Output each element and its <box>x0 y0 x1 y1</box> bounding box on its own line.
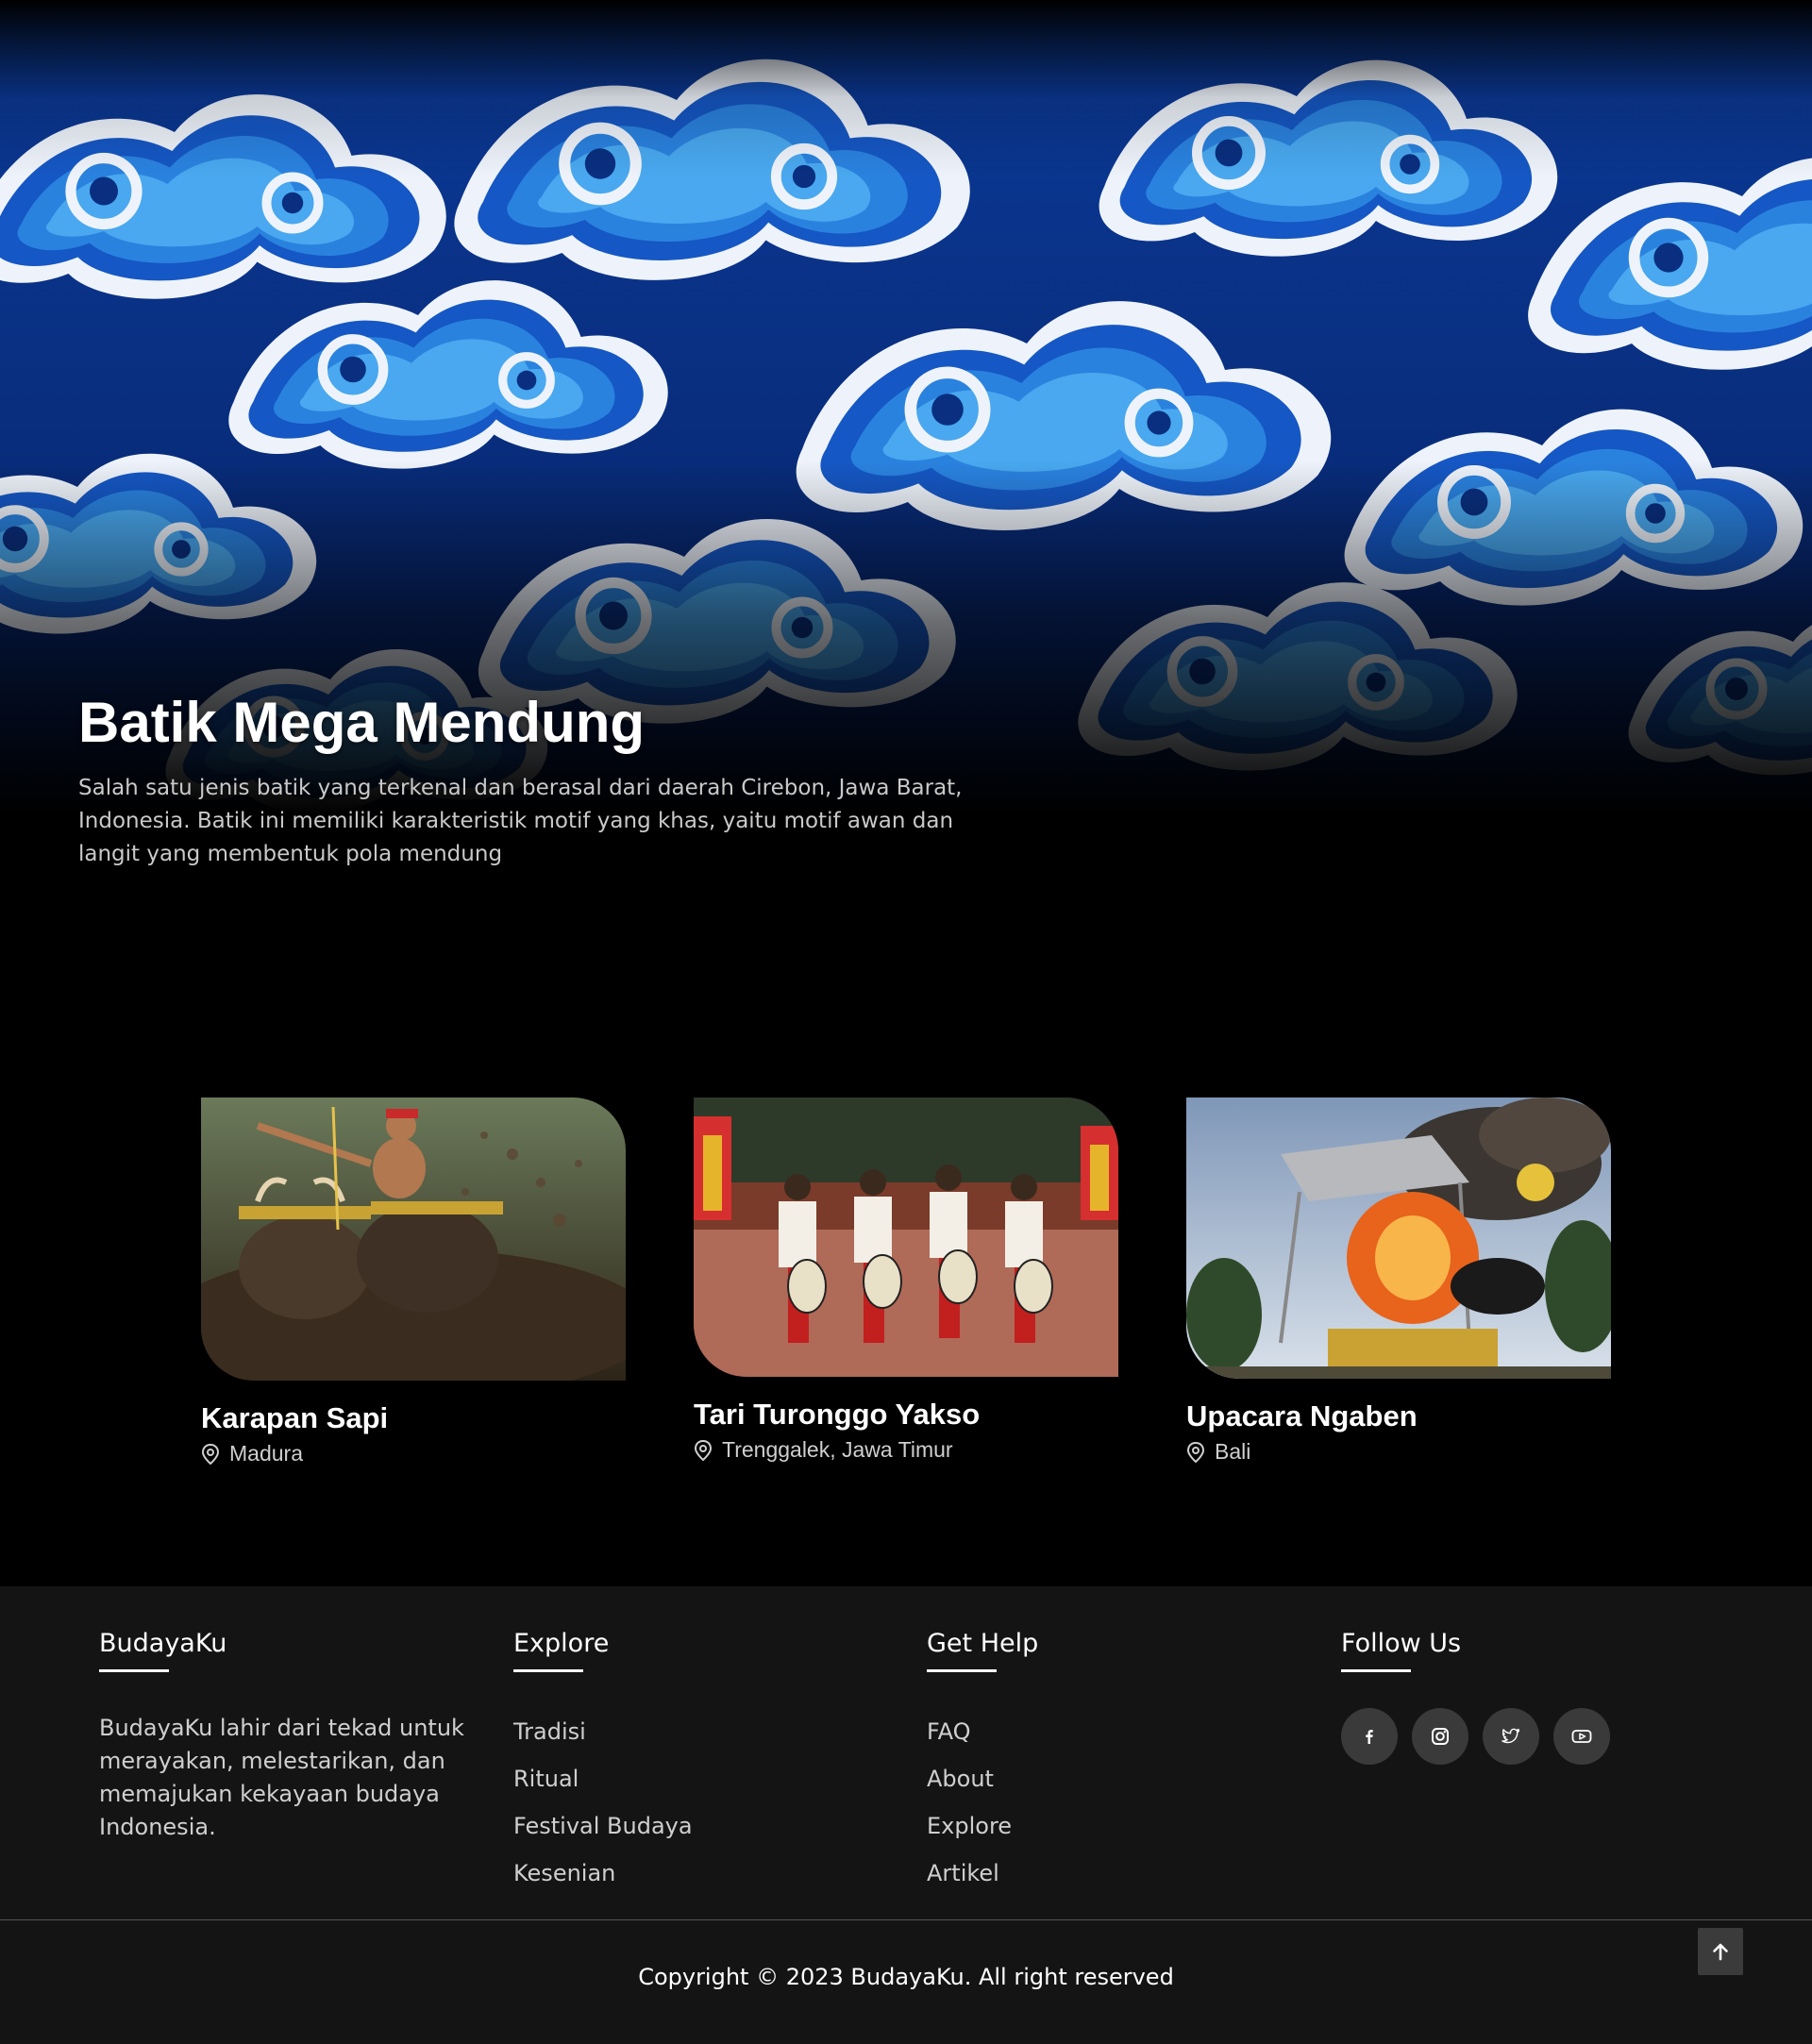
heading-underline <box>1341 1669 1411 1672</box>
footer-follow-column: Follow Us <box>1341 1628 1610 1765</box>
card-location-text: Madura <box>229 1441 303 1466</box>
footer-link-explore[interactable]: Explore <box>927 1802 1038 1850</box>
footer-brand-column: BudayaKu BudayaKu lahir dari tekad untuk… <box>99 1628 477 1844</box>
footer-explore-heading: Explore <box>513 1629 610 1658</box>
karapan-sapi-image[interactable] <box>201 1097 626 1381</box>
upacara-ngaben-image[interactable] <box>1186 1097 1611 1379</box>
hero-title: Batik Mega Mendung <box>78 691 646 754</box>
instagram-icon <box>1432 1728 1449 1745</box>
explore-links: Tradisi Ritual Festival Budaya Kesenian <box>513 1708 693 1897</box>
footer-link-faq[interactable]: FAQ <box>927 1708 1038 1755</box>
arrow-up-icon <box>1713 1943 1728 1961</box>
location-pin-icon <box>201 1443 220 1465</box>
location-pin-icon <box>1186 1441 1205 1463</box>
footer-help-column: Get Help FAQ About Explore Artikel <box>927 1628 1038 1897</box>
footer-follow-heading: Follow Us <box>1341 1629 1462 1658</box>
card-tari-turonggo-yakso[interactable]: Tari Turonggo Yakso Trenggalek, Jawa Tim… <box>694 1097 1118 1463</box>
card-title: Upacara Ngaben <box>1186 1399 1418 1432</box>
card-location: Bali <box>1186 1439 1611 1465</box>
footer-brand-heading: BudayaKu <box>99 1629 227 1658</box>
site-footer: BudayaKu BudayaKu lahir dari tekad untuk… <box>0 1586 1812 2044</box>
back-to-top-button[interactable] <box>1698 1928 1743 1975</box>
hero-text: Batik Mega Mendung Salah satu jenis bati… <box>78 689 1022 871</box>
card-location: Madura <box>201 1441 626 1466</box>
card-location-text: Bali <box>1215 1439 1251 1464</box>
footer-link-about[interactable]: About <box>927 1755 1038 1802</box>
footer-link-tradisi[interactable]: Tradisi <box>513 1708 693 1755</box>
card-title: Karapan Sapi <box>201 1401 389 1434</box>
footer-about-text: BudayaKu lahir dari tekad untuk merayaka… <box>99 1715 464 1840</box>
help-links: FAQ About Explore Artikel <box>927 1708 1038 1897</box>
footer-divider <box>0 1919 1812 1920</box>
youtube-button[interactable] <box>1553 1708 1610 1765</box>
hero-description: Salah satu jenis batik yang terkenal dan… <box>78 776 963 866</box>
culture-cards: Karapan Sapi Madura Tari Turonggo Yakso … <box>0 1095 1812 1491</box>
footer-link-artikel[interactable]: Artikel <box>927 1850 1038 1897</box>
card-title: Tari Turonggo Yakso <box>694 1398 981 1431</box>
footer-link-festival-budaya[interactable]: Festival Budaya <box>513 1802 693 1850</box>
footer-help-heading: Get Help <box>927 1629 1039 1658</box>
facebook-button[interactable] <box>1341 1708 1398 1765</box>
card-upacara-ngaben[interactable]: Upacara Ngaben Bali <box>1186 1097 1611 1465</box>
tari-turonggo-yakso-image[interactable] <box>694 1097 1118 1377</box>
hero-banner: Batik Mega Mendung Salah satu jenis bati… <box>0 0 1812 887</box>
card-location: Trenggalek, Jawa Timur <box>694 1437 1118 1463</box>
instagram-button[interactable] <box>1412 1708 1468 1765</box>
card-location-text: Trenggalek, Jawa Timur <box>722 1437 953 1462</box>
footer-link-kesenian[interactable]: Kesenian <box>513 1850 693 1897</box>
twitter-icon <box>1502 1728 1520 1744</box>
location-pin-icon <box>694 1439 713 1461</box>
youtube-icon <box>1571 1730 1592 1743</box>
copyright-text: Copyright © 2023 BudayaKu. All right res… <box>638 1964 1174 1990</box>
twitter-button[interactable] <box>1483 1708 1539 1765</box>
card-karapan-sapi[interactable]: Karapan Sapi Madura <box>201 1097 626 1466</box>
heading-underline <box>927 1669 997 1672</box>
footer-explore-column: Explore Tradisi Ritual Festival Budaya K… <box>513 1628 693 1897</box>
footer-link-ritual[interactable]: Ritual <box>513 1755 693 1802</box>
facebook-icon <box>1366 1730 1373 1744</box>
heading-underline <box>99 1669 169 1672</box>
heading-underline <box>513 1669 583 1672</box>
social-links <box>1341 1708 1610 1765</box>
